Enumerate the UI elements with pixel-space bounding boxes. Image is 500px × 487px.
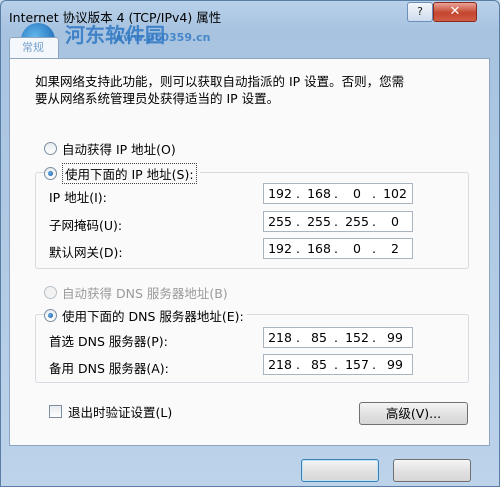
advanced-button[interactable]: 高级(V)... — [359, 402, 468, 425]
adns-octet-4: 99 — [387, 357, 403, 372]
validate-on-exit-label: 退出时验证设置(L) — [68, 405, 173, 420]
subnet-mask-label: 子网掩码(U): — [49, 218, 123, 233]
validate-on-exit-option[interactable]: 退出时验证设置(L) — [49, 402, 172, 421]
gateway-octet-1: 192 — [268, 241, 292, 256]
pdns-octet-3: 152 — [345, 330, 369, 345]
ip-address-input[interactable]: 192. 168. 0. 102 — [263, 183, 413, 204]
description-line-1: 如果网络支持此功能，则可以获取自动指派的 IP 设置。否则，您需 — [35, 74, 405, 89]
ip-octet-3: 0 — [353, 186, 361, 201]
ip-octet-2: 168 — [307, 186, 331, 201]
adns-octet-2: 85 — [311, 357, 327, 372]
adns-octet-3: 157 — [345, 357, 369, 372]
validate-on-exit-checkbox[interactable] — [49, 405, 62, 418]
alternate-dns-input[interactable]: 218. 85. 157. 99 — [263, 354, 413, 375]
tab-general[interactable]: 常规 — [9, 37, 59, 59]
auto-ip-option[interactable]: 自动获得 IP 地址(O) — [44, 139, 176, 158]
auto-dns-option: 自动获得 DNS 服务器地址(B) — [44, 283, 228, 302]
pdns-octet-1: 218 — [268, 330, 292, 345]
watermark-url: www.pc0359.cn — [113, 31, 211, 44]
auto-dns-label: 自动获得 DNS 服务器地址(B) — [62, 286, 228, 301]
description-text: 如果网络支持此功能，则可以获取自动指派的 IP 设置。否则，您需 要从网络系统管… — [35, 73, 475, 107]
subnet-mask-input[interactable]: 255. 255. 255. 0 — [263, 211, 413, 232]
manual-dns-option[interactable]: 使用下面的 DNS 服务器地址(E): — [44, 306, 247, 325]
manual-ip-radio[interactable] — [44, 167, 57, 180]
ip-octet-1: 192 — [268, 186, 292, 201]
mask-octet-4: 0 — [391, 214, 399, 229]
pdns-octet-4: 99 — [387, 330, 403, 345]
ip-address-label: IP 地址(I): — [49, 190, 107, 205]
default-gateway-input[interactable]: 192. 168. 0. 2 — [263, 238, 413, 259]
gateway-octet-4: 2 — [391, 241, 399, 256]
preferred-dns-input[interactable]: 218. 85. 152. 99 — [263, 327, 413, 348]
cancel-button[interactable] — [393, 459, 471, 482]
gateway-octet-2: 168 — [307, 241, 331, 256]
adns-octet-1: 218 — [268, 357, 292, 372]
auto-dns-radio — [44, 286, 57, 299]
close-button[interactable]: ✕ — [433, 2, 477, 22]
auto-ip-label: 自动获得 IP 地址(O) — [62, 142, 176, 157]
preferred-dns-label: 首选 DNS 服务器(P): — [49, 334, 168, 349]
mask-octet-2: 255 — [307, 214, 331, 229]
gateway-octet-3: 0 — [353, 241, 361, 256]
manual-dns-radio[interactable] — [44, 309, 57, 322]
help-button[interactable]: ? — [407, 2, 433, 22]
mask-octet-1: 255 — [268, 214, 292, 229]
auto-ip-radio[interactable] — [44, 142, 57, 155]
dialog-window: Internet 协议版本 4 (TCP/IPv4) 属性 ? ✕ 河东软件园 … — [0, 0, 500, 487]
ok-button[interactable] — [301, 459, 379, 482]
alternate-dns-label: 备用 DNS 服务器(A): — [49, 361, 169, 376]
ip-octet-4: 102 — [383, 186, 407, 201]
default-gateway-label: 默认网关(D): — [49, 245, 123, 260]
mask-octet-3: 255 — [345, 214, 369, 229]
manual-ip-label: 使用下面的 IP 地址(S): — [62, 163, 197, 184]
manual-dns-label: 使用下面的 DNS 服务器地址(E): — [62, 309, 244, 324]
manual-ip-option[interactable]: 使用下面的 IP 地址(S): — [44, 163, 200, 184]
description-line-2: 要从网络系统管理员处获得适当的 IP 设置。 — [35, 91, 280, 106]
pdns-octet-2: 85 — [311, 330, 327, 345]
